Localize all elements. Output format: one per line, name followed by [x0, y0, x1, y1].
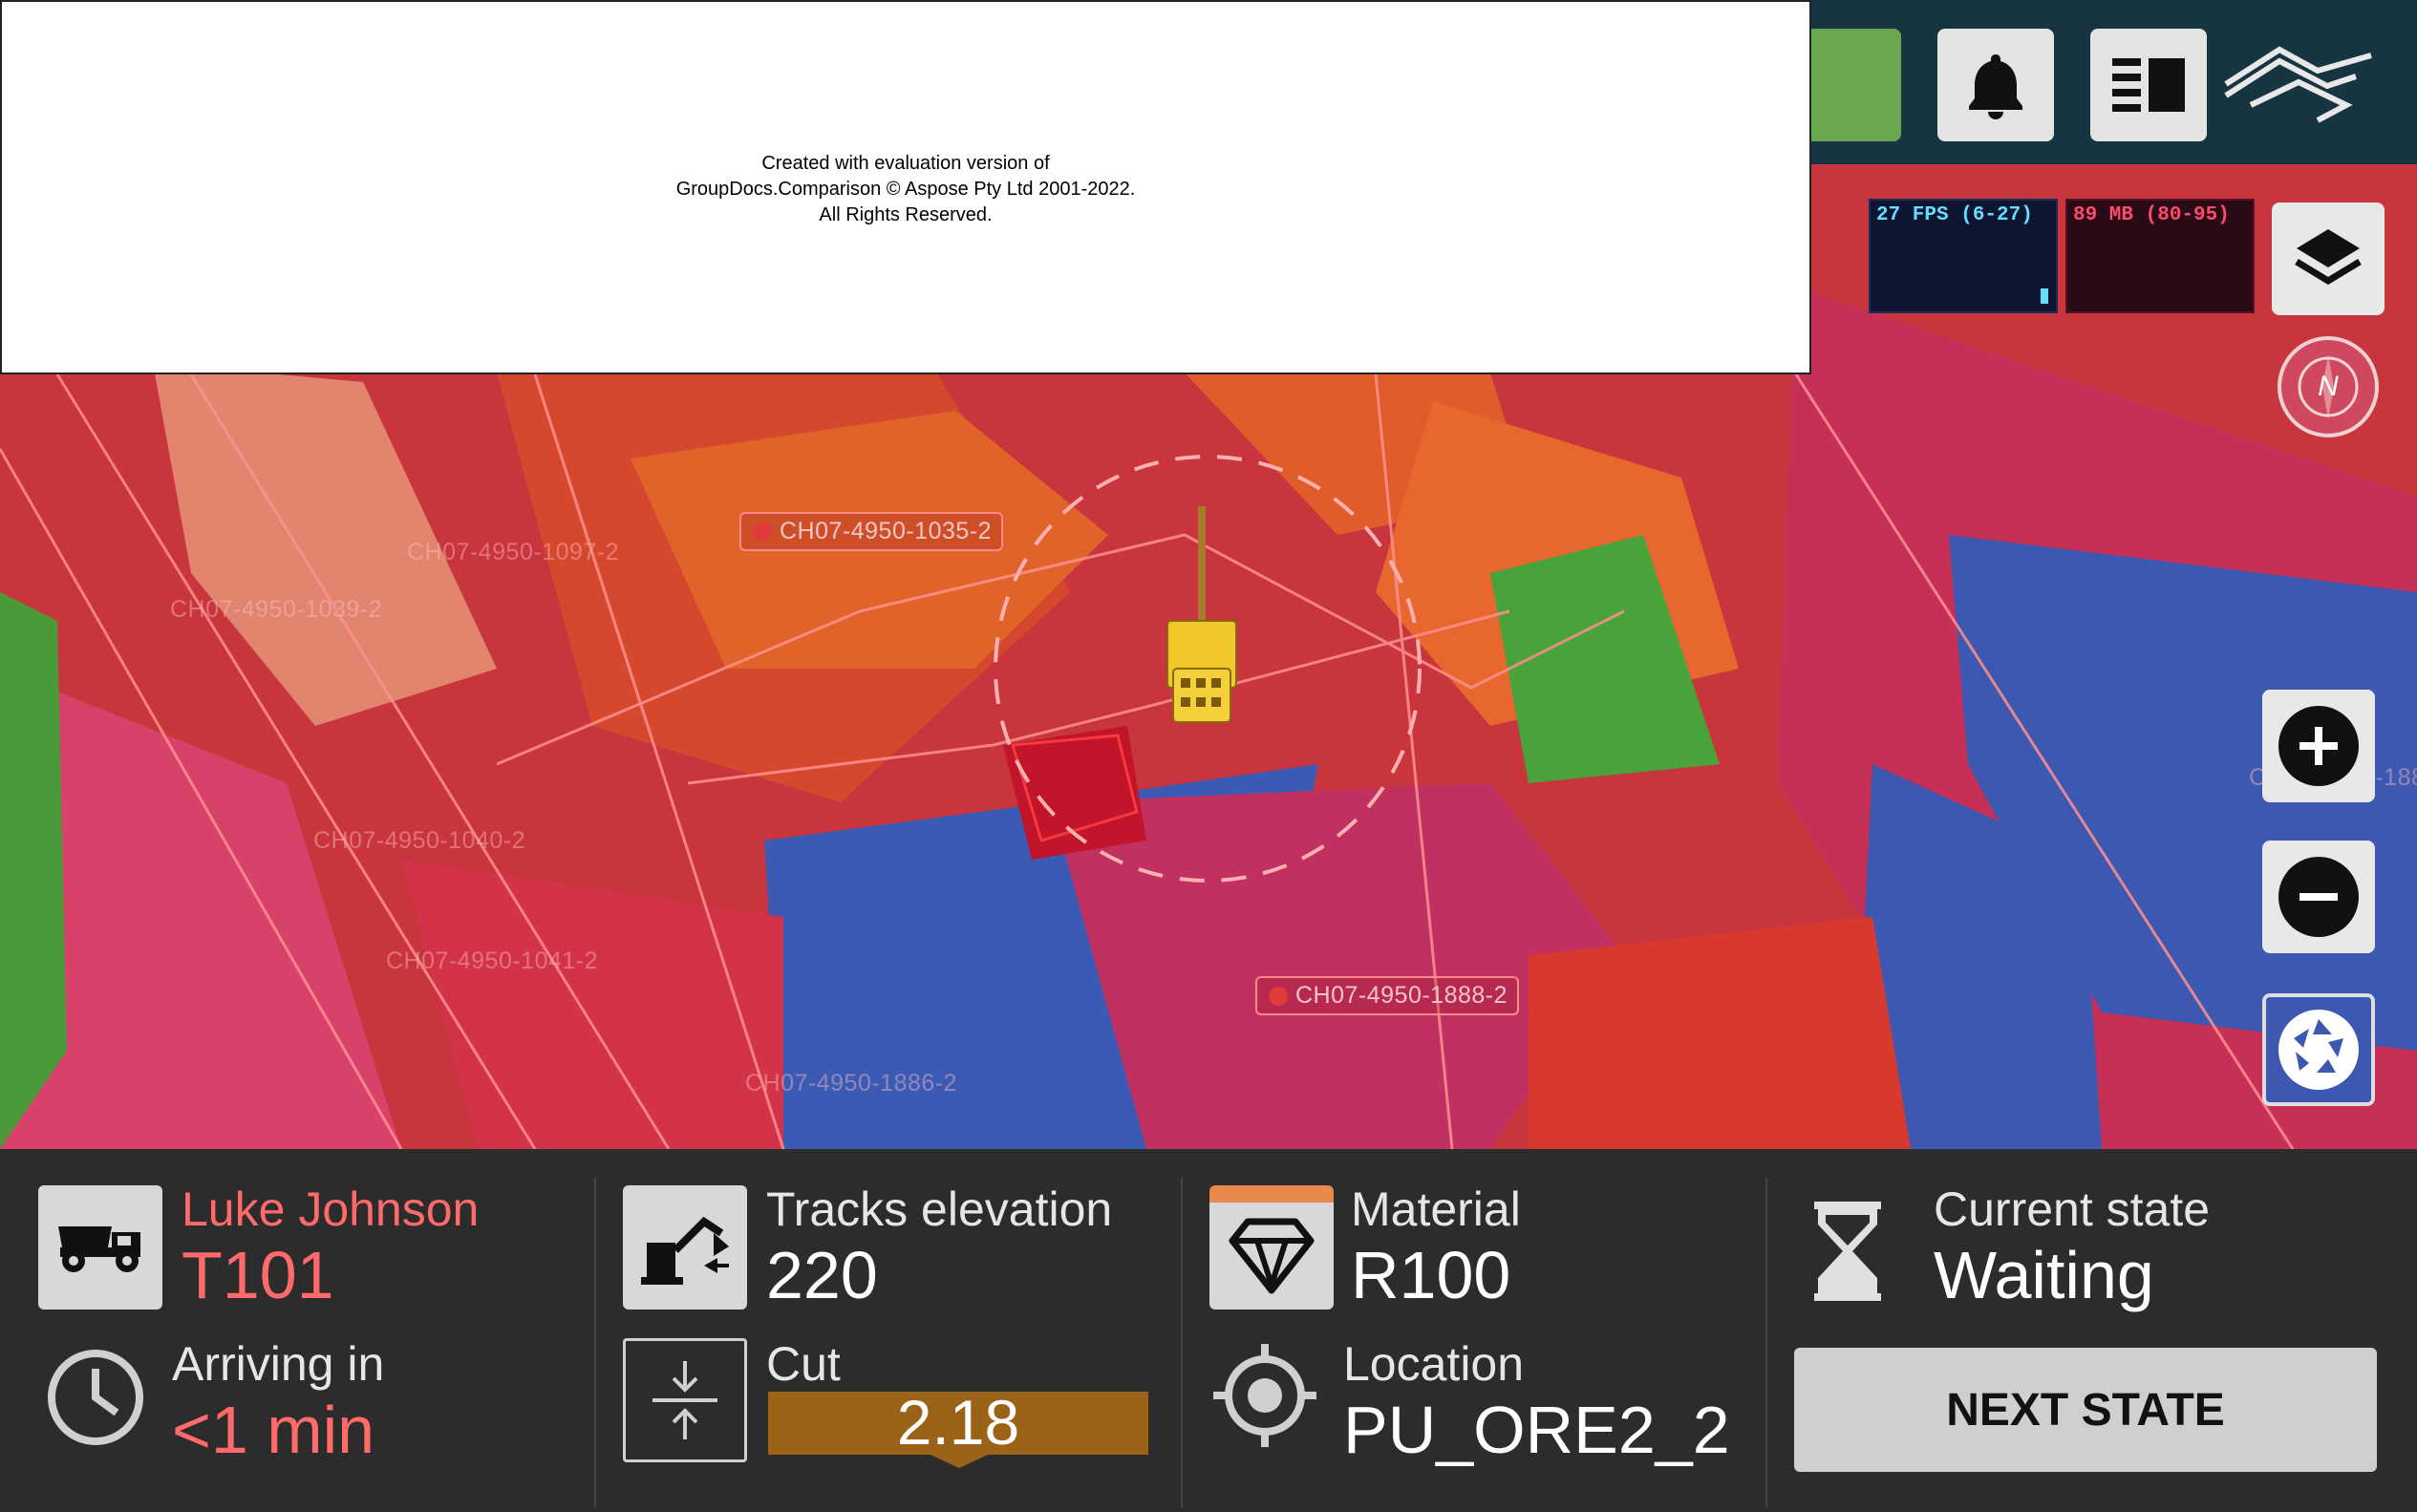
next-state-button[interactable]: NEXT STATE	[1794, 1348, 2377, 1472]
cut-label: Cut	[766, 1337, 841, 1391]
cut-value: 2.18	[896, 1387, 1020, 1458]
brand-logo	[2222, 42, 2375, 128]
map-polygon-label[interactable]: CH07-4950-1041-2	[386, 948, 598, 975]
location-value: PU_ORE2_2	[1343, 1393, 1730, 1467]
watermark-line: Created with evaluation version of	[761, 153, 1050, 174]
cut-tile	[623, 1338, 747, 1462]
fps-monitor: 27 FPS (6-27)	[1869, 199, 2058, 313]
state-label: Current state	[1934, 1182, 2211, 1236]
clock-holder	[46, 1348, 145, 1447]
watermark-line: GroupDocs.Comparison © Aspose Pty Ltd 20…	[675, 179, 1136, 200]
status-panel: Luke Johnson T101 Arriving in <1 min Tra…	[0, 1149, 2417, 1512]
tracks-value: 220	[766, 1238, 878, 1312]
map-polygon-label[interactable]: CH07-4950-1040-2	[313, 827, 525, 855]
panel-divider	[1765, 1178, 1767, 1507]
hourglass-holder	[1809, 1199, 1886, 1304]
arrival-value: <1 min	[172, 1393, 375, 1467]
map-polygon-label[interactable]: CH07-4950-1035-2	[739, 512, 1004, 551]
fps-bar	[2041, 288, 2048, 304]
minus-icon	[2278, 857, 2359, 937]
brand-logo-icon	[2224, 46, 2372, 123]
cut-indicator: 2.18	[768, 1387, 1148, 1468]
crosshair-icon	[1213, 1344, 1316, 1447]
fps-text: 27 FPS (6-27)	[1876, 204, 2033, 226]
material-label: Material	[1351, 1182, 1521, 1236]
evaluation-watermark: Created with evaluation version of Group…	[0, 0, 1811, 374]
operator-name: Luke Johnson	[182, 1182, 480, 1236]
material-value: R100	[1351, 1238, 1511, 1312]
camera-button[interactable]	[2262, 993, 2375, 1106]
compass-north-label: N	[2318, 371, 2339, 402]
watermark-line: All Rights Reserved.	[819, 204, 993, 225]
memory-monitor: 89 MB (80-95)	[2065, 199, 2255, 313]
excavator-icon	[1166, 506, 1237, 723]
excavator-elevation-icon	[641, 1216, 729, 1285]
dump-truck-icon	[58, 1226, 140, 1272]
diamond-icon	[1229, 1218, 1315, 1294]
plus-icon	[2278, 706, 2359, 786]
location-holder	[1209, 1340, 1320, 1451]
map-polygon-label[interactable]: CH07-4950-1097-2	[407, 539, 619, 566]
clock-icon	[48, 1350, 143, 1445]
excavator-marker[interactable]	[1154, 497, 1250, 735]
material-tile	[1209, 1185, 1334, 1310]
status-button[interactable]	[1811, 29, 1901, 141]
state-value: Waiting	[1934, 1238, 2154, 1312]
truck-tile	[38, 1185, 162, 1310]
zoom-in-button[interactable]	[2262, 690, 2375, 802]
layers-icon	[2295, 229, 2362, 286]
truck-id: T101	[182, 1238, 334, 1312]
bell-icon	[1969, 54, 2022, 119]
layout-toggle-button[interactable]	[2090, 29, 2207, 141]
map-polygon-label[interactable]: CH07-4950-1886-2	[745, 1070, 957, 1097]
hourglass-icon	[1814, 1202, 1881, 1301]
memory-text: 89 MB (80-95)	[2073, 204, 2230, 226]
map-polygon-label[interactable]: CH07-4950-1039-2	[170, 596, 382, 624]
panel-divider	[594, 1178, 596, 1507]
aperture-icon	[2278, 1010, 2359, 1090]
compass-button[interactable]: N	[2278, 336, 2379, 437]
notification-button[interactable]	[1937, 29, 2054, 141]
layers-button[interactable]	[2272, 202, 2385, 315]
layout-panel-icon	[2112, 58, 2185, 112]
compress-arrows-icon	[652, 1361, 717, 1439]
zoom-out-button[interactable]	[2262, 841, 2375, 953]
location-label: Location	[1343, 1337, 1525, 1391]
tracks-tile	[623, 1185, 747, 1310]
watermark-text: Created with evaluation version of Group…	[2, 151, 1809, 228]
map-polygon-label[interactable]: CH07-4950-1888-2	[1255, 976, 1520, 1015]
tracks-label: Tracks elevation	[766, 1182, 1113, 1236]
panel-divider	[1181, 1178, 1183, 1507]
arrival-label: Arriving in	[172, 1337, 385, 1391]
